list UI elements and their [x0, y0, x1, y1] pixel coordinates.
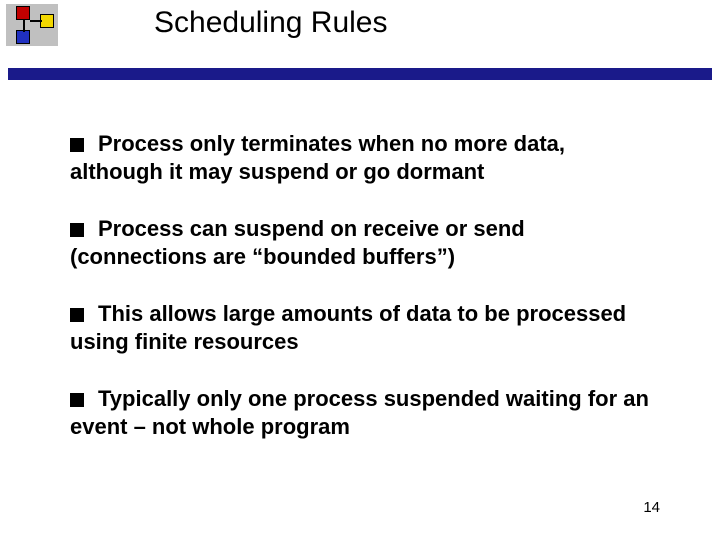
bullet-text: Process only terminates when no more dat… [70, 131, 565, 184]
logo-connector [30, 20, 42, 22]
bullet-text: Typically only one process suspended wai… [70, 386, 649, 439]
bullet-text: This allows large amounts of data to be … [70, 301, 626, 354]
page-number: 14 [643, 499, 660, 516]
logo-square-red [16, 6, 30, 20]
logo-icon [6, 4, 58, 46]
square-bullet-icon [70, 223, 84, 237]
logo-square-blue [16, 30, 30, 44]
bullet-item: This allows large amounts of data to be … [70, 300, 660, 355]
slide-body: Process only terminates when no more dat… [70, 130, 660, 470]
bullet-item: Process can suspend on receive or send (… [70, 215, 660, 270]
bullet-text: Process can suspend on receive or send (… [70, 216, 525, 269]
square-bullet-icon [70, 393, 84, 407]
square-bullet-icon [70, 138, 84, 152]
title-divider [8, 68, 712, 80]
slide: Scheduling Rules Process only terminates… [0, 0, 720, 540]
bullet-item: Process only terminates when no more dat… [70, 130, 660, 185]
bullet-item: Typically only one process suspended wai… [70, 385, 660, 440]
logo-square-yellow [40, 14, 54, 28]
square-bullet-icon [70, 308, 84, 322]
logo-connector [23, 20, 25, 32]
slide-title: Scheduling Rules [154, 6, 387, 40]
